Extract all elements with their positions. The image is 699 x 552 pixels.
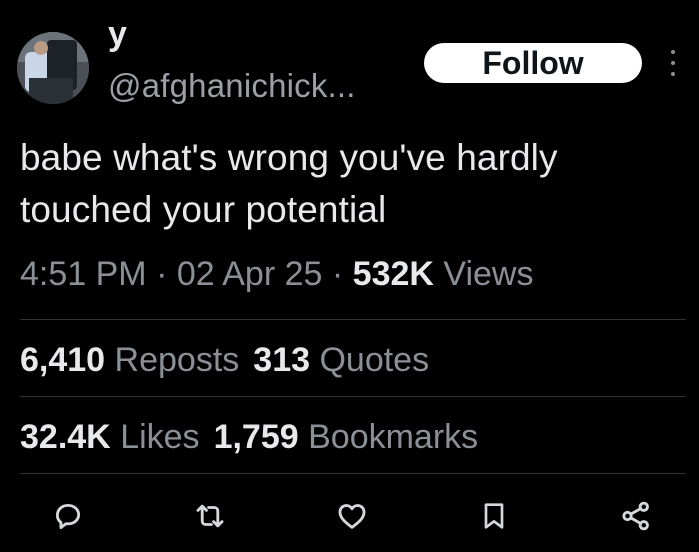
tweet-text: babe what's wrong you've hardly touched …	[20, 137, 558, 230]
user-handle[interactable]: @afghanichick...	[108, 66, 356, 106]
share-button[interactable]	[614, 494, 658, 538]
quotes-stat[interactable]: 313 Quotes	[253, 341, 429, 379]
reply-button[interactable]	[46, 494, 90, 538]
more-options-icon[interactable]	[664, 44, 682, 82]
avatar-photo	[17, 32, 89, 104]
likes-stat[interactable]: 32.4K Likes	[20, 418, 200, 456]
divider	[20, 473, 686, 474]
avatar[interactable]	[17, 32, 89, 104]
views-label: Views	[443, 255, 534, 293]
likes-count: 32.4K	[20, 418, 111, 456]
share-icon	[622, 501, 649, 531]
quotes-count: 313	[253, 341, 311, 379]
repost-button[interactable]	[188, 494, 232, 538]
like-button[interactable]	[330, 494, 374, 538]
reply-icon	[55, 503, 81, 530]
meta-separator: ·	[156, 255, 168, 293]
reposts-count: 6,410	[20, 341, 106, 379]
stats-row-likes-bookmarks: 32.4K Likes 1,759 Bookmarks	[20, 415, 478, 459]
bookmarks-count: 1,759	[213, 418, 299, 456]
tweet: y @afghanichick... Follow babe what's wr…	[0, 0, 699, 552]
display-name[interactable]: y	[108, 14, 127, 54]
quotes-label: Quotes	[319, 341, 430, 379]
tweet-date[interactable]: 02 Apr 25	[177, 255, 323, 293]
repost-icon	[196, 504, 224, 528]
meta-separator: ·	[331, 255, 344, 293]
views-count: 532K	[352, 255, 434, 293]
bookmark-icon	[484, 503, 504, 529]
bookmarks-stat[interactable]: 1,759 Bookmarks	[214, 418, 479, 456]
likes-label: Likes	[120, 418, 200, 456]
like-icon	[338, 504, 366, 529]
reposts-stat[interactable]: 6,410 Reposts	[20, 341, 239, 379]
reposts-label: Reposts	[114, 341, 240, 379]
tweet-meta: 4:51 PM · 02 Apr 25 · 532K Views	[20, 252, 533, 296]
stats-row-reposts-quotes: 6,410 Reposts 313 Quotes	[20, 338, 429, 382]
divider	[20, 396, 686, 397]
divider	[20, 319, 686, 320]
bookmark-button[interactable]	[472, 494, 516, 538]
tweet-time[interactable]: 4:51 PM	[20, 255, 147, 293]
bookmarks-label: Bookmarks	[308, 418, 479, 456]
follow-button[interactable]: Follow	[424, 43, 642, 83]
